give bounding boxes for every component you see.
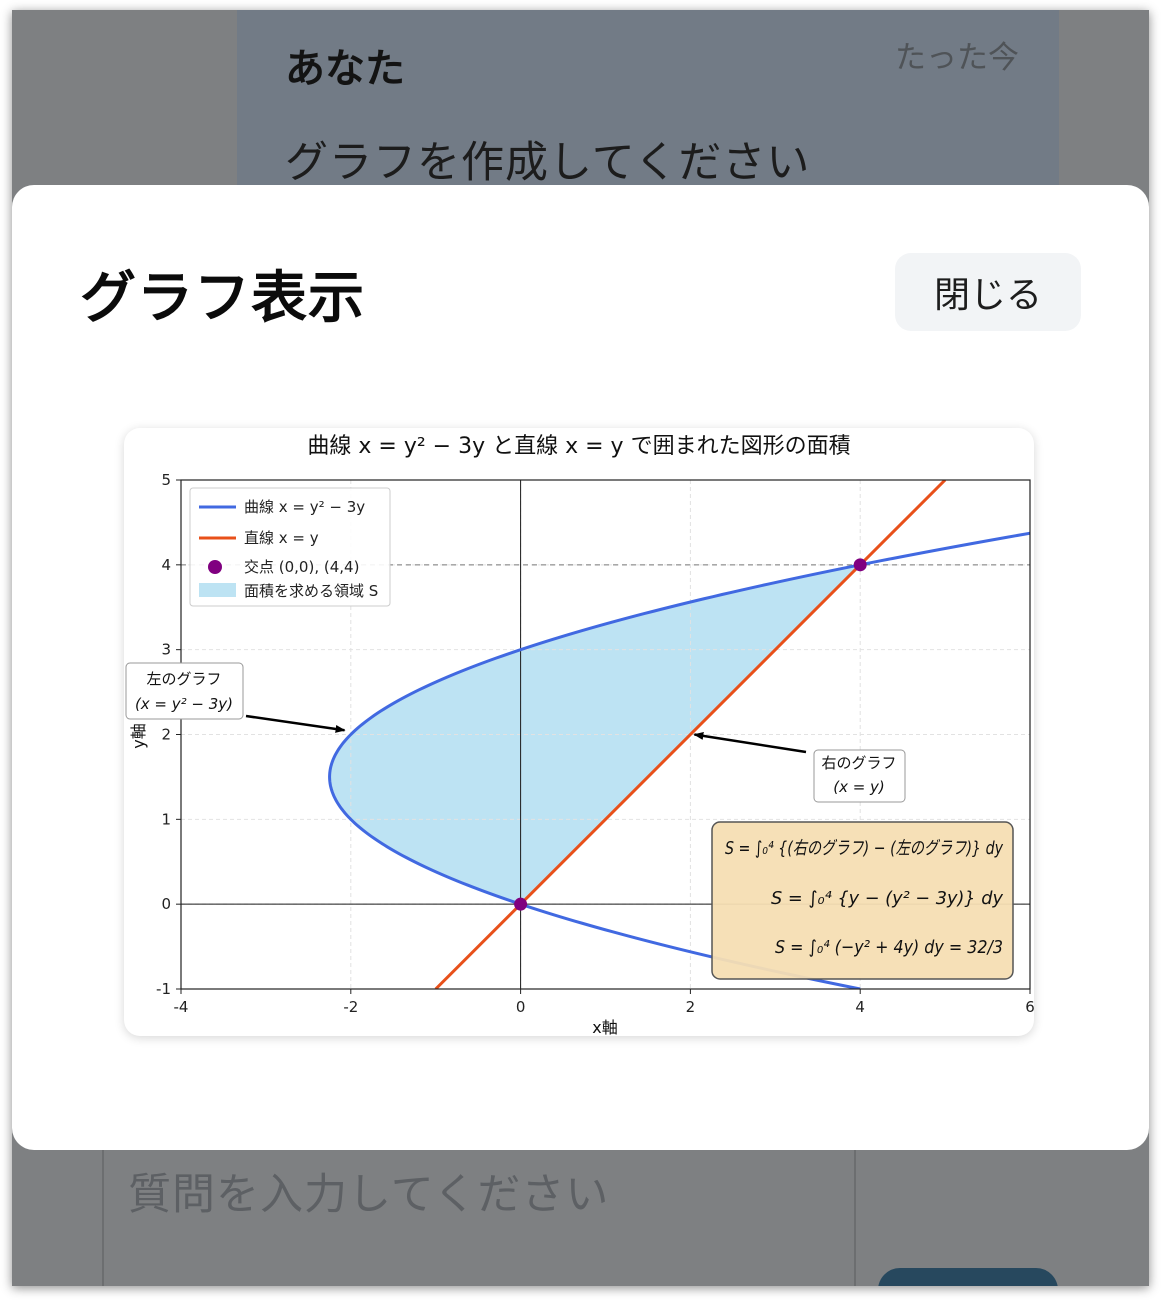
y-tick-label: 1 — [161, 810, 171, 828]
legend-label-line: 直線 x = y — [244, 529, 319, 547]
y-tick-label: 0 — [161, 895, 171, 913]
annotation-right-line2: (x = y) — [833, 778, 885, 796]
x-axis-label: x軸 — [592, 1018, 617, 1036]
send-button[interactable] — [878, 1268, 1058, 1286]
y-axis-label: y軸 — [129, 723, 148, 748]
graph-card: -4 -2 0 2 4 6 -1 0 1 2 3 4 5 曲線 x = y² − 3y と直線 x = y… — [124, 428, 1035, 1037]
x-tick-label: -2 — [343, 998, 358, 1016]
legend-swatch-region — [199, 583, 236, 597]
x-tick-label: 0 — [516, 998, 526, 1016]
y-tick-label: 4 — [161, 556, 171, 574]
intersection-point — [853, 558, 867, 572]
question-input-placeholder: 質問を入力してください — [128, 1170, 610, 1220]
chart-title: 曲線 x = y² − 3y と直線 x = y で囲まれた図形の面積 — [307, 434, 850, 459]
message-sender: あなた — [285, 46, 405, 92]
x-tick-label: 4 — [855, 998, 865, 1016]
annotation-left-line2: (x = y² − 3y) — [135, 695, 233, 713]
y-tick-label: 2 — [161, 726, 171, 744]
y-tick-label: -1 — [156, 980, 171, 998]
graph-chart: -4 -2 0 2 4 6 -1 0 1 2 3 4 5 曲線 x = y² − 3y と直線 x = y… — [125, 434, 1035, 1037]
y-tick-label: 5 — [161, 471, 171, 489]
formula-line: S = ∫₀⁴ {y − (y² − 3y)} dy — [771, 888, 1003, 909]
legend-label-points: 交点 (0,0), (4,4) — [244, 558, 359, 576]
chat-message: あなた たった今 グラフを作成してください — [237, 10, 1059, 210]
x-tick-label: -4 — [174, 998, 189, 1016]
intersection-point — [514, 897, 528, 911]
formula-line: S = ∫₀⁴ {(右のグラフ) − (左のグラフ)} dy — [725, 838, 1003, 859]
graph-modal: グラフ表示 閉じる -4 -2 0 2 4 6 -1 0 1 2 3 4 5 曲線 x = y² − 3y… — [12, 185, 1149, 1150]
formula-line: S = ∫₀⁴ (−y² + 4y) dy = 32/3 — [775, 937, 1003, 958]
annotation-right-line1: 右のグラフ — [821, 754, 896, 772]
message-time: たった今 — [895, 40, 1019, 76]
x-tick-label: 2 — [686, 998, 696, 1016]
message-text: グラフを作成してください — [285, 138, 811, 188]
y-tick-label: 3 — [161, 641, 171, 659]
legend-label-curve: 曲線 x = y² − 3y — [244, 498, 365, 516]
legend-swatch-points — [208, 560, 222, 574]
close-button[interactable]: 閉じる — [895, 253, 1081, 331]
legend-label-region: 面積を求める領域 S — [244, 582, 378, 600]
question-input[interactable]: 質問を入力してください — [102, 1140, 856, 1286]
x-tick-label: 6 — [1025, 998, 1034, 1016]
modal-title: グラフ表示 — [80, 266, 365, 331]
annotation-left-arrow — [245, 714, 346, 733]
annotation-left-line1: 左のグラフ — [146, 670, 221, 688]
annotation-right-arrow — [693, 731, 807, 754]
app-screen: あなた たった今 グラフを作成してください 質問を入力してください グラフ表示 … — [12, 10, 1149, 1286]
